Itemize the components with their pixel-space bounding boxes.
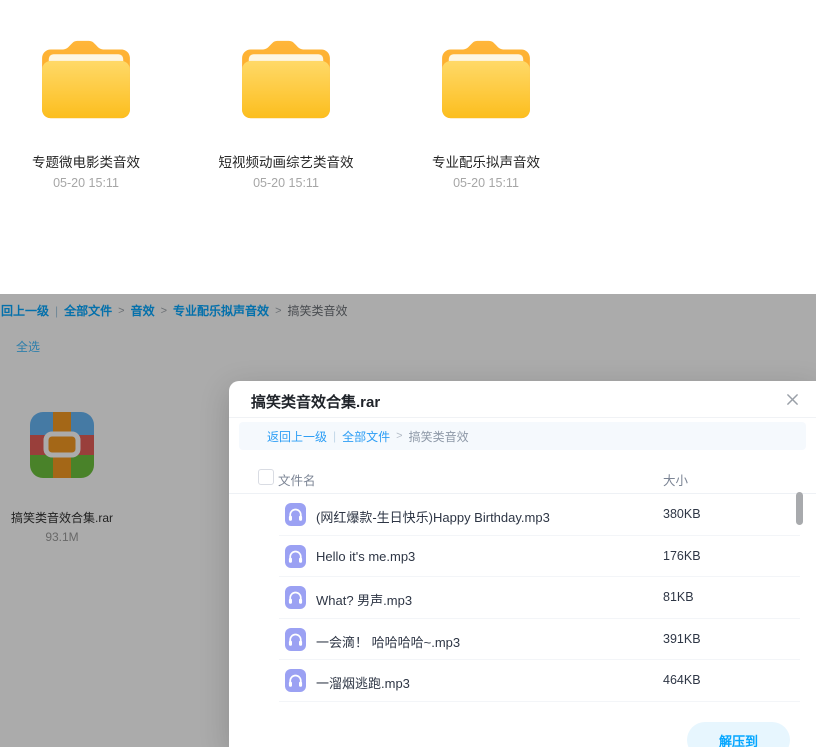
chevron-right-icon: > (396, 430, 402, 442)
folder-name: 专题微电影类音效 (6, 155, 166, 171)
audio-file-icon (285, 545, 306, 573)
file-name: Hello it's me.mp3 (316, 549, 415, 564)
folder-icon (6, 38, 166, 127)
file-size: 176KB (663, 549, 701, 563)
file-name: What? 男声.mp3 (316, 590, 412, 609)
audio-file-icon (285, 586, 306, 614)
modal-header: 搞笑类音效合集.rar (229, 381, 816, 418)
audio-file-icon (285, 669, 306, 697)
column-header-size: 大小 (663, 470, 688, 489)
audio-file-icon (285, 628, 306, 656)
extract-to-button[interactable]: 解压到 (687, 722, 790, 747)
select-all-checkbox[interactable] (258, 469, 274, 485)
file-name: 一溜烟逃跑.mp3 (316, 673, 410, 692)
file-name: (网红爆款-生日快乐)Happy Birthday.mp3 (316, 507, 550, 526)
file-size: 391KB (663, 632, 701, 646)
breadcrumb-separator: | (333, 429, 336, 443)
folder-name: 短视频动画综艺类音效 (206, 155, 366, 171)
background-page: 回上一级 | 全部文件 > 音效 > 专业配乐拟声音效 > 搞笑类音效 全选 搞… (0, 294, 816, 747)
folder-date: 05-20 15:11 (406, 176, 566, 190)
file-name: 一会滴！ 哈哈哈哈~.mp3 (316, 632, 460, 651)
close-icon[interactable] (784, 391, 800, 407)
scrollbar-thumb[interactable] (796, 492, 803, 525)
modal-title: 搞笑类音效合集.rar (251, 391, 380, 412)
file-row[interactable]: Hello it's me.mp3 176KB (229, 536, 816, 578)
column-header-filename: 文件名 (278, 470, 316, 489)
file-row[interactable]: 一会滴！ 哈哈哈哈~.mp3 391KB (229, 619, 816, 661)
folder-date: 05-20 15:11 (6, 176, 166, 190)
modal-back-link[interactable]: 返回上一级 (267, 428, 327, 445)
folder-icon (206, 38, 366, 127)
file-size: 464KB (663, 673, 701, 687)
file-size: 380KB (663, 507, 701, 521)
folder-date: 05-20 15:11 (206, 176, 366, 190)
folder-tile[interactable]: 短视频动画综艺类音效 05-20 15:11 (206, 0, 366, 190)
archive-preview-modal: 搞笑类音效合集.rar 返回上一级 | 全部文件 > 搞笑类音效 文件名 大小 (229, 381, 816, 747)
folder-tile[interactable]: 专题微电影类音效 05-20 15:11 (6, 0, 166, 190)
folder-name: 专业配乐拟声音效 (406, 155, 566, 171)
folder-tile[interactable]: 专业配乐拟声音效 05-20 15:11 (406, 0, 566, 190)
file-size: 81KB (663, 590, 694, 604)
file-list-header: 文件名 大小 (229, 461, 816, 494)
file-row[interactable]: What? 男声.mp3 81KB (229, 577, 816, 619)
file-row[interactable]: (网红爆款-生日快乐)Happy Birthday.mp3 380KB (229, 494, 816, 536)
folder-grid: 专题微电影类音效 05-20 15:11 短视频动画综艺类音效 05-20 15… (0, 0, 816, 294)
audio-file-icon (285, 503, 306, 531)
modal-all-files-link[interactable]: 全部文件 (342, 428, 390, 445)
modal-breadcrumb: 返回上一级 | 全部文件 > 搞笑类音效 (239, 422, 806, 450)
file-row[interactable]: 一溜烟逃跑.mp3 464KB (229, 660, 816, 702)
folder-icon (406, 38, 566, 127)
file-list: (网红爆款-生日快乐)Happy Birthday.mp3 380KB Hell… (229, 494, 816, 702)
modal-breadcrumb-current: 搞笑类音效 (409, 428, 469, 445)
